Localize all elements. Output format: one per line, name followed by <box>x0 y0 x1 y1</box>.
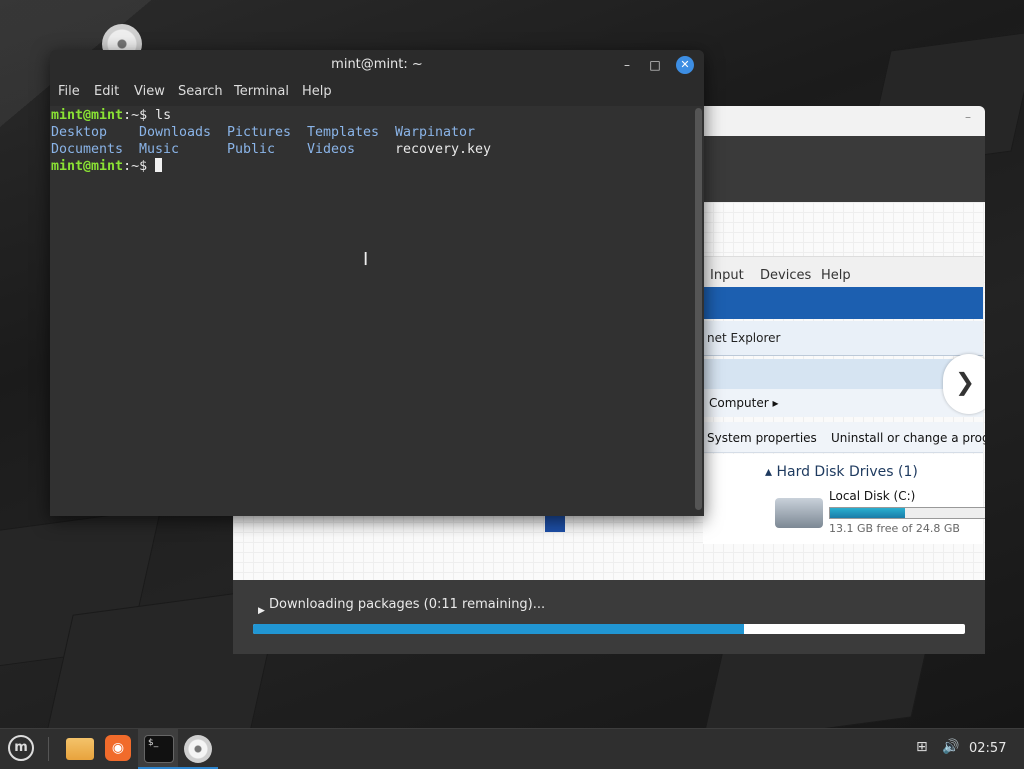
terminal-scrollbar[interactable] <box>695 108 702 510</box>
terminal-menubar: File Edit View Search Terminal Help <box>50 78 704 106</box>
menu-terminal[interactable]: Terminal <box>234 84 289 99</box>
hard-disk-drives-heading: ▴ Hard Disk Drives (1) <box>765 464 918 480</box>
terminal-icon-text: $_ <box>148 738 159 748</box>
dir-entry: Desktop <box>51 125 108 140</box>
disk-usage-bar <box>829 507 985 519</box>
vm-menu-input[interactable]: Input <box>710 268 744 283</box>
volume-icon[interactable]: 🔊 <box>942 739 959 755</box>
prompt-user: mint@mint <box>51 159 124 174</box>
vm-toolbar: System properties Uninstall or change a … <box>703 422 985 453</box>
prompt-path: :~$ <box>123 108 148 123</box>
menu-view[interactable]: View <box>134 84 165 99</box>
close-button[interactable]: ✕ <box>676 56 694 74</box>
clock[interactable]: 02:57 <box>969 741 1006 756</box>
menu-file[interactable]: File <box>58 84 80 99</box>
vm-breadcrumb-computer: Computer ▸ <box>709 396 779 410</box>
vm-blue-strip <box>545 516 565 532</box>
ibeam-cursor-icon: Ι <box>363 249 369 270</box>
vm-ie-label: net Explorer <box>707 331 781 345</box>
installer-taskbar-item[interactable] <box>178 729 218 769</box>
terminal-titlebar[interactable]: mint@mint: ~ – □ ✕ <box>50 50 704 78</box>
dir-entry: Warpinator <box>395 125 476 140</box>
terminal-output[interactable]: mint@mint:~$ ls Desktop Downloads Pictures… <box>50 106 704 516</box>
file-manager-launcher[interactable] <box>58 729 98 769</box>
dir-entry: Music <box>139 142 180 157</box>
vm-address-bar <box>703 359 983 390</box>
terminal-window: mint@mint: ~ – □ ✕ File Edit View Search… <box>50 50 704 516</box>
firefox-icon: ◉ <box>105 735 131 761</box>
taskbar: m ◉ $_ ⊞ 🔊 02:57 <box>0 728 1024 769</box>
hard-disk-icon <box>775 498 823 528</box>
dir-entry: Videos <box>307 142 356 157</box>
download-status-text: Downloading packages (0:11 remaining)... <box>269 597 546 612</box>
vm-content: ▴ Hard Disk Drives (1) Local Disk (C:) 1… <box>703 454 985 544</box>
local-disk-name: Local Disk (C:) <box>829 489 916 503</box>
terminal-title: mint@mint: ~ <box>331 57 423 72</box>
dir-entry: Public <box>227 142 276 157</box>
expand-triangle-icon[interactable]: ▶ <box>258 606 265 616</box>
vm-system-properties: System properties <box>707 431 817 445</box>
vm-titlebar <box>703 287 983 319</box>
current-prompt-line: mint@mint:~$ <box>51 158 163 175</box>
disk-free-text: 13.1 GB free of 24.8 GB <box>829 522 960 535</box>
command-line: mint@mint:~$ ls <box>51 107 171 124</box>
download-area: ▶ Downloading packages (0:11 remaining).… <box>233 580 985 654</box>
folder-icon <box>66 738 94 760</box>
firefox-launcher[interactable]: ◉ <box>98 729 138 769</box>
disc-icon <box>184 735 212 763</box>
menu-search[interactable]: Search <box>178 84 223 99</box>
prompt-path: :~$ <box>123 159 148 174</box>
terminal-taskbar-item[interactable]: $_ <box>138 729 178 769</box>
dir-entry: Downloads <box>139 125 212 140</box>
typed-command: ls <box>147 108 172 123</box>
terminal-icon: $_ <box>144 735 174 763</box>
disk-usage-fill <box>830 508 906 518</box>
vm-uninstall-program: Uninstall or change a program <box>831 431 985 445</box>
minimize-button[interactable]: – <box>618 56 636 74</box>
vm-breadcrumb: Computer ▸ <box>703 389 983 417</box>
file-entry: recovery.key <box>395 142 492 157</box>
download-progress-fill <box>253 624 745 634</box>
menu-help[interactable]: Help <box>302 84 332 99</box>
menu-edit[interactable]: Edit <box>94 84 119 99</box>
taskbar-separator <box>48 737 49 761</box>
minimize-icon[interactable]: – <box>965 110 971 124</box>
text-cursor <box>155 158 163 172</box>
dir-entry: Documents <box>51 142 124 157</box>
network-icon[interactable]: ⊞ <box>916 739 928 755</box>
mint-logo-icon: m <box>8 735 34 761</box>
slideshow-next-button[interactable]: ❯ <box>943 354 985 414</box>
dir-entry: Pictures <box>227 125 292 140</box>
dir-entry: Templates <box>307 125 380 140</box>
download-progress-bar <box>253 624 965 634</box>
vm-menu-devices[interactable]: Devices <box>760 268 811 283</box>
prompt-user: mint@mint <box>51 108 124 123</box>
vm-menu-help[interactable]: Help <box>821 268 851 283</box>
maximize-button[interactable]: □ <box>646 56 664 74</box>
vm-ie-bar: net Explorer <box>703 321 983 356</box>
mint-menu-button[interactable]: m <box>0 729 40 769</box>
chevron-right-icon: ❯ <box>955 368 976 396</box>
